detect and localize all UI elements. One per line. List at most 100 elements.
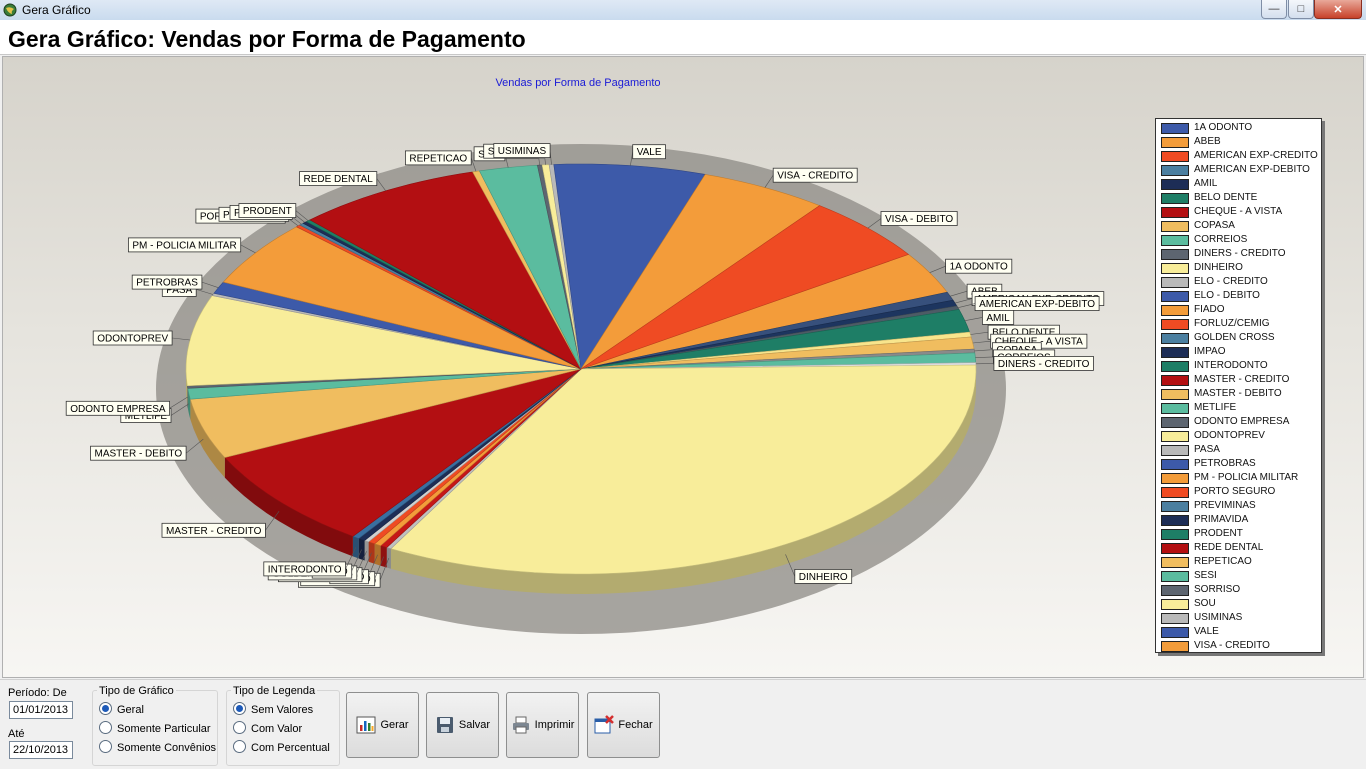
radio-empty-icon bbox=[99, 740, 112, 753]
legend-item: DINHEIRO bbox=[1156, 262, 1321, 276]
legend-label: VALE bbox=[1194, 626, 1219, 638]
minimize-button[interactable]: — bbox=[1261, 0, 1287, 19]
legend-label: PRODENT bbox=[1194, 528, 1243, 540]
legend-label: ABEB bbox=[1194, 136, 1221, 148]
legend-swatch bbox=[1161, 221, 1189, 232]
pie-label: MASTER - CREDITO bbox=[166, 526, 262, 537]
legend-label: PM - POLICIA MILITAR bbox=[1194, 472, 1298, 484]
legend-swatch bbox=[1161, 487, 1189, 498]
radio-somente-particular[interactable]: Somente Particular bbox=[99, 721, 211, 735]
radio-sem-valores[interactable]: Sem Valores bbox=[233, 702, 313, 716]
pie-label: REPETICAO bbox=[409, 153, 467, 164]
legend-type-group: Tipo de Legenda Sem Valores Com Valor Co… bbox=[226, 690, 340, 766]
legend-item: ABEB bbox=[1156, 136, 1321, 150]
legend-label: VISA - CREDITO bbox=[1194, 640, 1270, 652]
until-label: Até bbox=[8, 728, 25, 740]
pie-label: AMERICAN EXP-DEBITO bbox=[979, 299, 1095, 310]
legend-item: ODONTOPREV bbox=[1156, 430, 1321, 444]
pie-label: MASTER - DEBITO bbox=[95, 449, 183, 460]
legend-item: ODONTO EMPRESA bbox=[1156, 416, 1321, 430]
legend-item: 1A ODONTO bbox=[1156, 122, 1321, 136]
legend-swatch bbox=[1161, 179, 1189, 190]
gerar-label: Gerar bbox=[380, 719, 408, 731]
radio-com-percentual[interactable]: Com Percentual bbox=[233, 740, 330, 754]
legend-swatch bbox=[1161, 599, 1189, 610]
radio-com-valor[interactable]: Com Valor bbox=[233, 721, 302, 735]
floppy-disk-icon bbox=[435, 715, 455, 735]
pie-label: ODONTO EMPRESA bbox=[70, 404, 166, 415]
legend-item: AMERICAN EXP-CREDITO bbox=[1156, 150, 1321, 164]
page-header: Gera Gráfico: Vendas por Forma de Pagame… bbox=[0, 20, 1366, 55]
legend-swatch bbox=[1161, 501, 1189, 512]
legend-item: ELO - DEBITO bbox=[1156, 290, 1321, 304]
legend-label: MASTER - CREDITO bbox=[1194, 374, 1289, 386]
legend-swatch bbox=[1161, 557, 1189, 568]
legend-label: PORTO SEGURO bbox=[1194, 486, 1275, 498]
legend-label: SORRISO bbox=[1194, 584, 1240, 596]
legend-label: ODONTO EMPRESA bbox=[1194, 416, 1289, 428]
legend-label: MASTER - DEBITO bbox=[1194, 388, 1282, 400]
radio-empty-icon bbox=[233, 721, 246, 734]
legend-item: MASTER - DEBITO bbox=[1156, 388, 1321, 402]
date-to-input[interactable] bbox=[9, 741, 73, 759]
legend-label: DINERS - CREDITO bbox=[1194, 248, 1286, 260]
legend-swatch bbox=[1161, 277, 1189, 288]
legend-item: AMIL bbox=[1156, 178, 1321, 192]
legend-label: FIADO bbox=[1194, 304, 1225, 316]
pie-label: VALE bbox=[637, 147, 662, 158]
radio-geral[interactable]: Geral bbox=[99, 702, 144, 716]
legend-swatch bbox=[1161, 361, 1189, 372]
legend-item: USIMINAS bbox=[1156, 612, 1321, 626]
legend-swatch bbox=[1161, 613, 1189, 624]
gerar-button[interactable]: Gerar bbox=[346, 692, 419, 758]
legend-label: AMERICAN EXP-CREDITO bbox=[1194, 150, 1318, 162]
pie-label: USIMINAS bbox=[498, 146, 547, 157]
legend-item: DINERS - CREDITO bbox=[1156, 248, 1321, 262]
legend-label: PETROBRAS bbox=[1194, 458, 1256, 470]
legend-swatch bbox=[1161, 347, 1189, 358]
app-globe-icon bbox=[3, 3, 17, 17]
bottom-panel: Período: De Até Tipo de Gráfico Geral So… bbox=[0, 679, 1366, 769]
chart-legend: 1A ODONTO ABEB AMERICAN EXP-CREDITO AMERICA… bbox=[1155, 118, 1322, 653]
legend-swatch bbox=[1161, 249, 1189, 260]
legend-swatch bbox=[1161, 529, 1189, 540]
legend-label: AMERICAN EXP-DEBITO bbox=[1194, 164, 1310, 176]
close-window-button[interactable]: ✕ bbox=[1314, 0, 1362, 19]
legend-swatch bbox=[1161, 445, 1189, 456]
legend-label: COPASA bbox=[1194, 220, 1235, 232]
pie-label: DINERS - CREDITO bbox=[998, 359, 1090, 370]
radio-somente-convenios[interactable]: Somente Convênios bbox=[99, 740, 216, 754]
legend-label: REDE DENTAL bbox=[1194, 542, 1263, 554]
imprimir-label: Imprimir bbox=[535, 719, 575, 731]
legend-item: VALE bbox=[1156, 626, 1321, 640]
legend-label: 1A ODONTO bbox=[1194, 122, 1252, 134]
legend-swatch bbox=[1161, 571, 1189, 582]
salvar-button[interactable]: Salvar bbox=[426, 692, 499, 758]
legend-swatch bbox=[1161, 263, 1189, 274]
pie-label: VISA - DEBITO bbox=[885, 214, 953, 225]
pie-label: PETROBRAS bbox=[136, 278, 198, 289]
printer-icon bbox=[511, 715, 531, 735]
legend-item: PRODENT bbox=[1156, 528, 1321, 542]
imprimir-button[interactable]: Imprimir bbox=[506, 692, 579, 758]
legend-label: AMIL bbox=[1194, 178, 1217, 190]
legend-label: IMPAO bbox=[1194, 346, 1225, 358]
legend-item: PRIMAVIDA bbox=[1156, 514, 1321, 528]
legend-swatch bbox=[1161, 473, 1189, 484]
legend-label: PREVIMINAS bbox=[1194, 500, 1256, 512]
date-from-input[interactable] bbox=[9, 701, 73, 719]
window-title: Gera Gráfico bbox=[22, 3, 91, 17]
pie-label: PM - POLICIA MILITAR bbox=[132, 240, 236, 251]
pie-label: AMIL bbox=[986, 313, 1010, 324]
close-window-icon bbox=[594, 715, 614, 735]
legend-item: FIADO bbox=[1156, 304, 1321, 318]
fechar-button[interactable]: Fechar bbox=[587, 692, 660, 758]
legend-label: METLIFE bbox=[1194, 402, 1236, 414]
legend-label: INTERODONTO bbox=[1194, 360, 1268, 372]
legend-swatch bbox=[1161, 585, 1189, 596]
legend-swatch bbox=[1161, 641, 1189, 652]
maximize-button[interactable]: □ bbox=[1288, 0, 1314, 19]
legend-item: CORREIOS bbox=[1156, 234, 1321, 248]
legend-swatch bbox=[1161, 417, 1189, 428]
legend-item: FORLUZ/CEMIG bbox=[1156, 318, 1321, 332]
